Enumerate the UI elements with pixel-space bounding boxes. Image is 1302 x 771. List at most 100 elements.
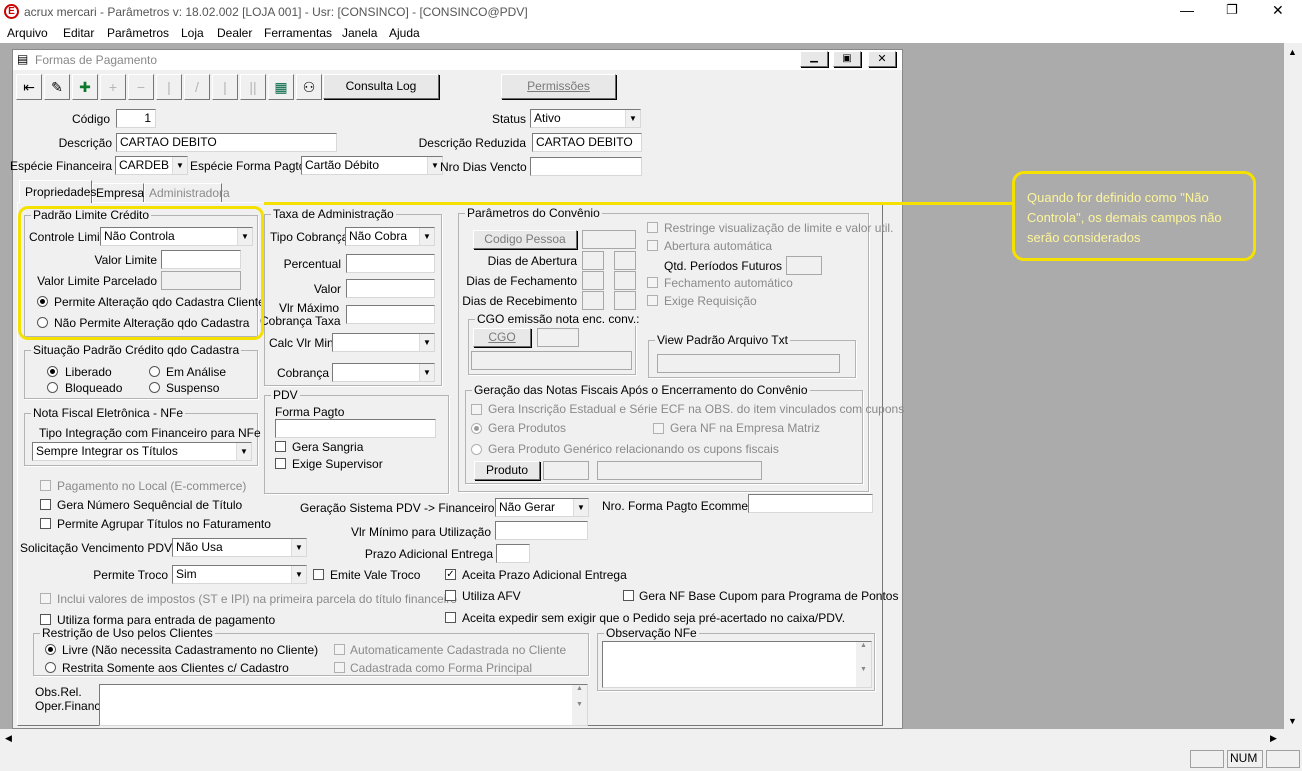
restrita-radio[interactable] <box>45 662 56 673</box>
convenio-title: Parâmetros do Convênio <box>465 206 602 220</box>
exige-supervisor-checkbox[interactable] <box>275 458 286 469</box>
exit-icon[interactable]: ⇤ <box>16 74 42 100</box>
em-analise-radio[interactable] <box>149 366 160 377</box>
codigo-input[interactable]: 1 <box>116 109 156 128</box>
tipo-integracao-select[interactable]: Sempre Integrar os Títulos ▼ <box>32 442 252 461</box>
gera-nf-cupom-label: Gera NF Base Cupom para Programa de Pont… <box>639 589 899 603</box>
tab-administradora[interactable]: Administradora <box>144 183 230 202</box>
solicitacao-select[interactable]: Não Usa ▼ <box>172 538 307 557</box>
gera-produtos-radio <box>471 423 482 434</box>
dias-abertura-label: Dias de Abertura <box>487 254 577 268</box>
utiliza-entrada-checkbox[interactable] <box>40 614 51 625</box>
tab-empresas[interactable]: Empresas <box>92 183 150 202</box>
tipo-cobranca-select[interactable]: Não Cobra ▼ <box>345 227 435 246</box>
chevron-down-icon: ▼ <box>172 157 187 174</box>
vertical-scrollbar[interactable]: ▲ ▼ <box>1284 43 1302 729</box>
menu-loja[interactable]: Loja <box>181 26 204 40</box>
obs-nfe-textarea[interactable]: ▲ ▼ <box>602 641 872 688</box>
dias-recebimento-input-2 <box>614 291 636 310</box>
descricao-label: Descrição <box>58 136 112 150</box>
chevron-down-icon: ▼ <box>419 364 434 381</box>
dias-abertura-input-1 <box>582 251 604 270</box>
scroll-left-icon[interactable]: ◀ <box>5 731 12 745</box>
consulta-log-button[interactable]: Consulta Log <box>323 74 439 99</box>
permite-troco-select[interactable]: Sim ▼ <box>172 565 307 584</box>
calc-vlr-min-label: Calc Vlr Min <box>269 336 334 350</box>
percentual-input[interactable] <box>346 254 435 273</box>
last-record-icon: || <box>240 74 266 100</box>
scroll-up-icon[interactable]: ▲ <box>1288 45 1297 59</box>
add-record-icon[interactable]: ✚ <box>72 74 98 100</box>
restrita-label: Restrita Somente aos Clientes c/ Cadastr… <box>62 661 289 675</box>
menu-ajuda[interactable]: Ajuda <box>389 26 420 40</box>
vlr-minimo-input[interactable] <box>495 521 588 540</box>
chevron-down-icon: ▼ <box>291 539 306 556</box>
permite-agrupar-checkbox[interactable] <box>40 518 51 529</box>
list-icon[interactable]: ▦ <box>268 74 294 100</box>
geracao-pdv-select[interactable]: Não Gerar ▼ <box>495 498 589 517</box>
close-icon[interactable]: ✕ <box>1272 3 1284 17</box>
window-close-button[interactable]: ✕ <box>868 51 896 67</box>
minimize-icon[interactable]: — <box>1180 3 1194 17</box>
tab-propriedades[interactable]: Propriedades <box>19 180 96 203</box>
aceita-expedir-checkbox[interactable] <box>445 612 456 623</box>
aceita-prazo-checkbox[interactable]: ✓ <box>445 569 456 580</box>
livre-radio[interactable] <box>45 644 56 655</box>
prazo-adicional-input[interactable] <box>496 544 530 563</box>
vlr-maximo-input[interactable] <box>346 305 435 324</box>
calc-vlr-min-select[interactable]: ▼ <box>332 333 435 352</box>
desc-reduzida-input[interactable]: CARTAO DEBITO <box>532 133 642 152</box>
callout-box: Quando for definido como "Não Controla",… <box>1012 171 1256 261</box>
especie-forma-select[interactable]: Cartão Débito ▼ <box>301 156 443 175</box>
window-restore-button[interactable]: ▣ <box>833 51 861 67</box>
forma-pagto-input[interactable] <box>275 419 436 438</box>
eraser-icon[interactable]: ✎ <box>44 74 70 100</box>
valor-input[interactable] <box>346 279 435 298</box>
gera-numero-checkbox[interactable] <box>40 499 51 510</box>
gera-nf-cupom-checkbox[interactable] <box>623 590 634 601</box>
obs-rel-textarea[interactable]: ▲ ▼ <box>99 684 588 726</box>
textarea-scrollbar[interactable]: ▲ ▼ <box>572 685 587 725</box>
exige-requisicao-checkbox <box>647 295 658 306</box>
status-select[interactable]: Ativo ▼ <box>530 109 641 128</box>
restore-icon[interactable]: ❐ <box>1226 3 1238 17</box>
window-minimize-button[interactable]: ▁ <box>800 51 828 67</box>
cobranca-select[interactable]: ▼ <box>332 363 435 382</box>
binoculars-icon[interactable]: ⚇ <box>296 74 322 100</box>
nro-dias-input[interactable] <box>530 157 642 176</box>
gera-produtos-label: Gera Produtos <box>488 421 567 435</box>
status-bar: NUM <box>0 746 1302 771</box>
cadastrada-principal-checkbox <box>334 662 345 673</box>
menu-janela[interactable]: Janela <box>342 26 377 40</box>
utiliza-afv-checkbox[interactable] <box>445 590 456 601</box>
menu-ferramentas[interactable]: Ferramentas <box>264 26 332 40</box>
scroll-down-icon[interactable]: ▼ <box>1288 714 1297 728</box>
status-label: Status <box>491 112 526 126</box>
suspenso-radio[interactable] <box>149 382 160 393</box>
horizontal-scrollbar[interactable]: ◀ ▶ <box>0 729 1302 746</box>
nro-ecommerce-input[interactable] <box>748 494 873 513</box>
menu-editar[interactable]: Editar <box>63 26 94 40</box>
nfe-title: Nota Fiscal Eletrônica - NFe <box>31 406 186 420</box>
tipo-integracao-label: Tipo Integração com Financeiro para NFe <box>39 426 261 440</box>
prazo-adicional-label: Prazo Adicional Entrega <box>364 547 493 561</box>
produto-button[interactable]: Produto <box>474 461 540 480</box>
especie-fin-select[interactable]: CARDEB ▼ <box>115 156 188 175</box>
vale-troco-label: Emite Vale Troco <box>330 568 421 582</box>
codigo-pessoa-button: Codigo Pessoa <box>473 230 577 249</box>
descricao-input[interactable]: CARTAO DEBITO <box>116 133 337 152</box>
insert-icon: + <box>100 74 126 100</box>
textarea-scrollbar[interactable]: ▲ ▼ <box>856 642 871 687</box>
menu-parametros[interactable]: Parâmetros <box>107 26 169 40</box>
menu-dealer[interactable]: Dealer <box>217 26 252 40</box>
gera-sangria-checkbox[interactable] <box>275 441 286 452</box>
dias-fechamento-input-2 <box>614 271 636 290</box>
obs-rel-label: Obs.Rel. <box>35 685 82 699</box>
liberado-radio[interactable] <box>47 366 58 377</box>
window-title: Formas de Pagamento <box>35 53 158 67</box>
fechamento-auto-label: Fechamento automático <box>664 276 793 290</box>
menu-arquivo[interactable]: Arquivo <box>7 26 48 40</box>
scroll-right-icon[interactable]: ▶ <box>1270 731 1277 745</box>
vale-troco-checkbox[interactable] <box>313 569 324 580</box>
bloqueado-radio[interactable] <box>47 382 58 393</box>
